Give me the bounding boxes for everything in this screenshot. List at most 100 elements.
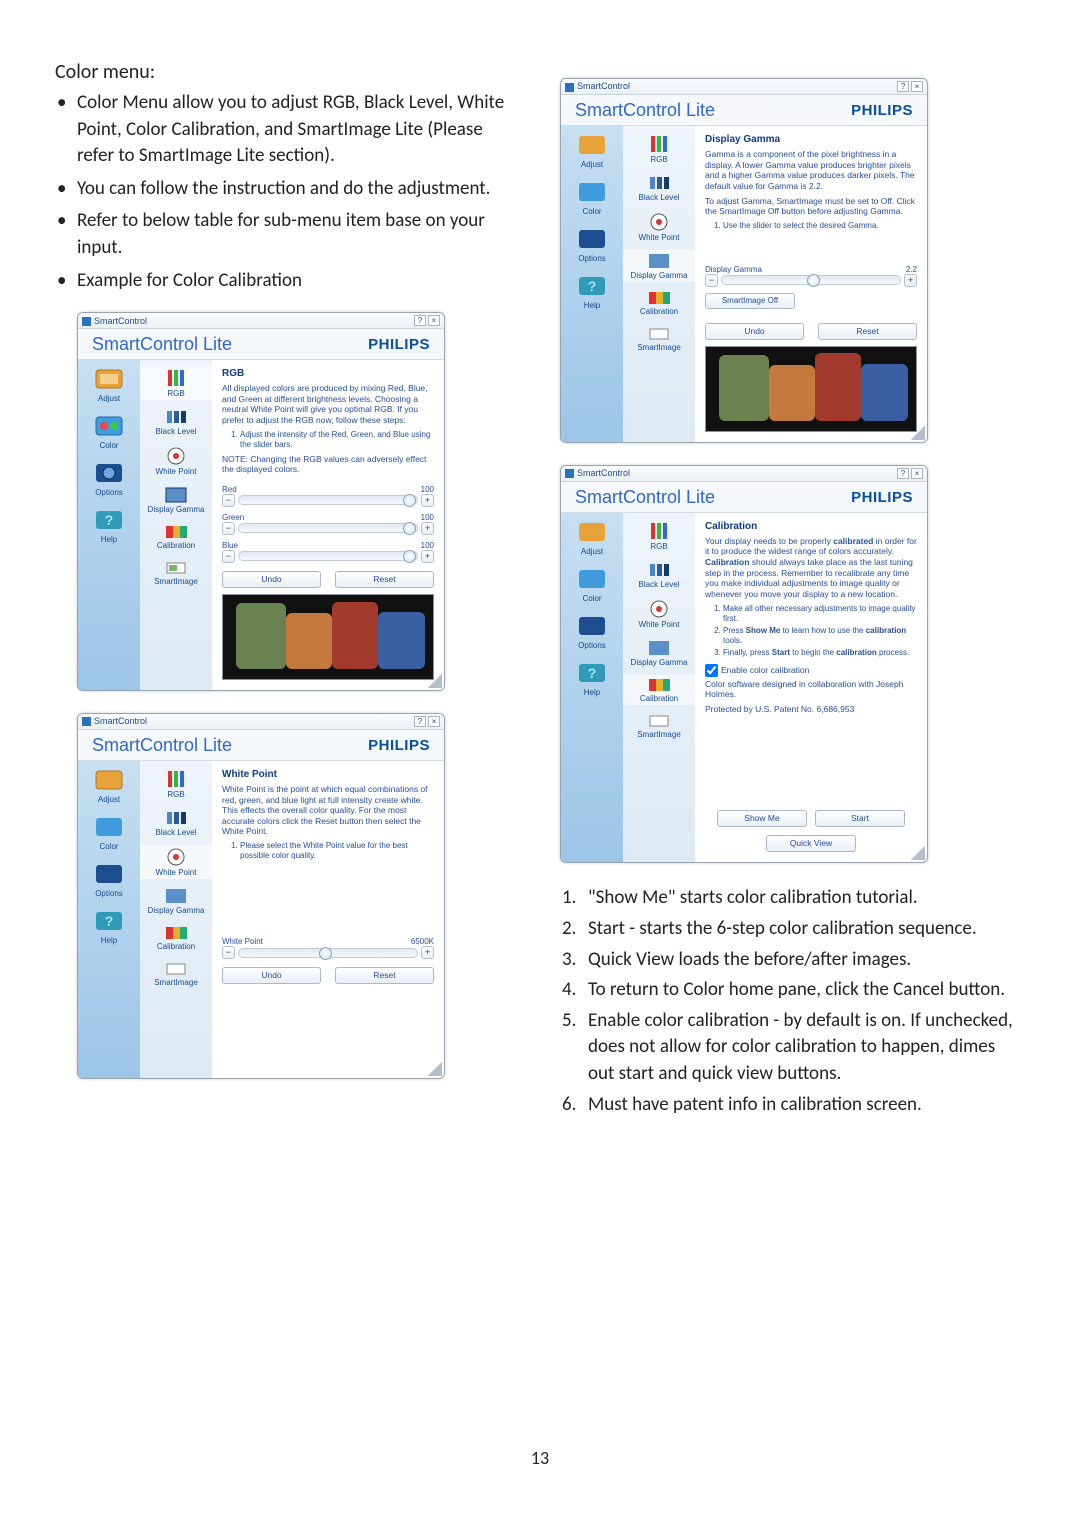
num-4: 4.To return to Color home pane, click th…: [588, 977, 1025, 1004]
gamma-slider[interactable]: −+: [705, 274, 917, 287]
sub-black-level[interactable]: Black Level: [623, 559, 695, 591]
sub-calibration[interactable]: Calibration: [140, 923, 212, 953]
nav-color[interactable]: Color: [78, 407, 140, 454]
green-slider[interactable]: −+: [222, 522, 434, 535]
start-button[interactable]: Start: [815, 810, 905, 827]
sub-white-point[interactable]: White Point: [140, 444, 212, 478]
smartcontrol-rgb-dialog: SmartControl ? × SmartControl Lite PHILI…: [77, 312, 445, 691]
gamma-step1: Use the slider to select the desired Gam…: [723, 221, 917, 231]
nav-help[interactable]: ?Help: [561, 654, 623, 701]
minus-icon[interactable]: −: [222, 946, 235, 959]
titlebar-text: SmartControl: [94, 316, 147, 326]
product-title: SmartControl Lite: [575, 487, 715, 508]
plus-icon[interactable]: +: [421, 550, 434, 563]
smartimage-off-button[interactable]: SmartImage Off: [705, 293, 795, 309]
sub-smartimage[interactable]: SmartImage: [623, 711, 695, 741]
sub-black-level[interactable]: Black Level: [140, 406, 212, 438]
nav-adjust[interactable]: Adjust: [561, 513, 623, 560]
reset-button[interactable]: Reset: [335, 571, 434, 588]
close-icon[interactable]: ×: [428, 315, 440, 326]
help-icon[interactable]: ?: [897, 81, 909, 92]
svg-text:?: ?: [588, 665, 597, 681]
calib-patent: Protected by U.S. Patent No. 6,686,953: [705, 704, 917, 715]
close-icon[interactable]: ×: [428, 716, 440, 727]
product-title: SmartControl Lite: [92, 735, 232, 756]
minus-icon[interactable]: −: [222, 522, 235, 535]
gamma-desc: Gamma is a component of the pixel bright…: [705, 149, 917, 192]
close-icon[interactable]: ×: [911, 81, 923, 92]
app-icon: [82, 317, 91, 326]
nav-color[interactable]: Color: [561, 173, 623, 220]
sub-rgb[interactable]: RGB: [623, 132, 695, 166]
quick-view-button[interactable]: Quick View: [766, 835, 856, 852]
nav-options[interactable]: Options: [78, 855, 140, 902]
help-icon[interactable]: ?: [414, 315, 426, 326]
sub-white-point[interactable]: White Point: [623, 210, 695, 244]
philips-logo: PHILIPS: [368, 336, 430, 353]
sub-black-level[interactable]: Black Level: [140, 807, 212, 839]
num-6: 6.Must have patent info in calibration s…: [588, 1092, 1025, 1119]
resize-grip-icon[interactable]: [911, 426, 925, 440]
nav-color[interactable]: Color: [78, 808, 140, 855]
nav-help[interactable]: ?Help: [78, 902, 140, 949]
gamma-label: Display Gamma: [705, 265, 762, 274]
sub-rgb[interactable]: RGB: [623, 519, 695, 553]
sub-smartimage[interactable]: SmartImage: [140, 959, 212, 989]
sub-rgb[interactable]: RGB: [140, 767, 212, 801]
resize-grip-icon[interactable]: [911, 846, 925, 860]
sub-display-gamma[interactable]: Display Gamma: [140, 484, 212, 516]
sub-display-gamma[interactable]: Display Gamma: [623, 250, 695, 282]
nav-adjust[interactable]: Adjust: [78, 761, 140, 808]
plus-icon[interactable]: +: [421, 946, 434, 959]
svg-text:?: ?: [105, 913, 114, 929]
nav-options[interactable]: Options: [561, 607, 623, 654]
show-me-button[interactable]: Show Me: [717, 810, 807, 827]
sub-white-point[interactable]: White Point: [623, 597, 695, 631]
plus-icon[interactable]: +: [421, 494, 434, 507]
sub-smartimage[interactable]: SmartImage: [140, 558, 212, 588]
blue-value: 100: [421, 541, 434, 550]
sub-calibration[interactable]: Calibration: [623, 675, 695, 705]
minus-icon[interactable]: −: [222, 494, 235, 507]
sub-calibration[interactable]: Calibration: [140, 522, 212, 552]
pane-title: Calibration: [705, 521, 917, 532]
calib-credit: Color software designed in collaboration…: [705, 679, 917, 700]
smartcontrol-whitepoint-dialog: SmartControl?× SmartControl LitePHILIPS …: [77, 713, 445, 1079]
smartcontrol-calibration-dialog: SmartControl?× SmartControl LitePHILIPS …: [560, 465, 928, 864]
minus-icon[interactable]: −: [705, 274, 718, 287]
sub-display-gamma[interactable]: Display Gamma: [140, 885, 212, 917]
close-icon[interactable]: ×: [911, 468, 923, 479]
nav-help[interactable]: ?Help: [561, 267, 623, 314]
wp-step1: Please select the White Point value for …: [240, 841, 434, 861]
sub-calibration[interactable]: Calibration: [623, 288, 695, 318]
plus-icon[interactable]: +: [421, 522, 434, 535]
nav-adjust[interactable]: Adjust: [78, 360, 140, 407]
undo-button[interactable]: Undo: [222, 967, 321, 984]
sub-black-level[interactable]: Black Level: [623, 172, 695, 204]
sub-rgb[interactable]: RGB: [140, 366, 212, 400]
titlebar: SmartControl ? ×: [78, 313, 444, 329]
undo-button[interactable]: Undo: [222, 571, 321, 588]
sub-white-point[interactable]: White Point: [140, 845, 212, 879]
undo-button[interactable]: Undo: [705, 323, 804, 340]
help-icon[interactable]: ?: [897, 468, 909, 479]
plus-icon[interactable]: +: [904, 274, 917, 287]
nav-options[interactable]: Options: [78, 454, 140, 501]
blue-slider[interactable]: −+: [222, 550, 434, 563]
resize-grip-icon[interactable]: [428, 1062, 442, 1076]
enable-calibration-checkbox[interactable]: Enable color calibration: [705, 664, 917, 677]
help-icon[interactable]: ?: [414, 716, 426, 727]
reset-button[interactable]: Reset: [818, 323, 917, 340]
sub-smartimage[interactable]: SmartImage: [623, 324, 695, 354]
nav-adjust[interactable]: Adjust: [561, 126, 623, 173]
reset-button[interactable]: Reset: [335, 967, 434, 984]
sub-display-gamma[interactable]: Display Gamma: [623, 637, 695, 669]
nav-color[interactable]: Color: [561, 560, 623, 607]
whitepoint-slider[interactable]: −+: [222, 946, 434, 959]
resize-grip-icon[interactable]: [428, 674, 442, 688]
nav-help[interactable]: ?Help: [78, 501, 140, 548]
nav-options[interactable]: Options: [561, 220, 623, 267]
red-slider[interactable]: −+: [222, 494, 434, 507]
calib-step2: Press Show Me to learn how to use the ca…: [723, 626, 917, 646]
minus-icon[interactable]: −: [222, 550, 235, 563]
